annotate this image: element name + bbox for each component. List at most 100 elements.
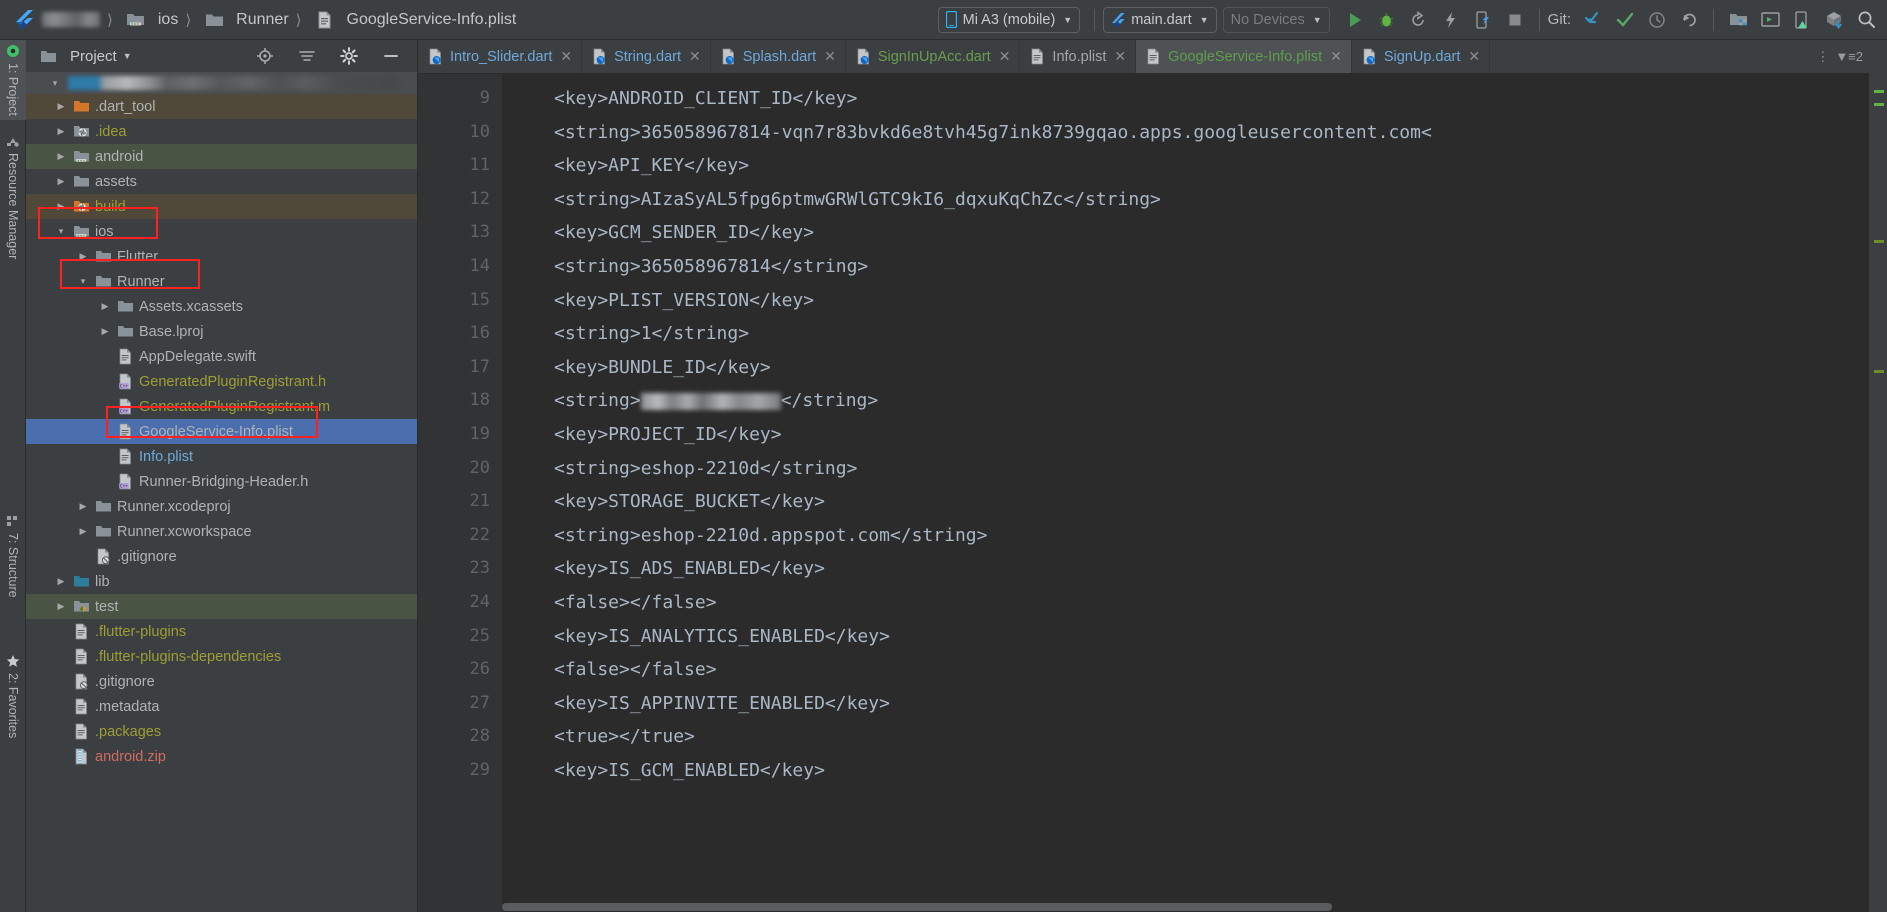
tree-row[interactable]: ▶android [26,144,417,169]
tree-row[interactable]: ▶.gitignore [26,544,417,569]
code-line[interactable]: <key>IS_APPINVITE_ENABLED</key> [554,687,1869,721]
code-line[interactable]: <key>STORAGE_BUCKET</key> [554,485,1869,519]
tab-signup-dart[interactable]: SignUp.dart✕ [1352,40,1490,73]
close-icon[interactable]: ✕ [560,48,572,65]
tab-overflow-icon[interactable]: ⋮ [1816,49,1829,65]
tree-collapse-arrow[interactable]: ▾ [54,226,68,237]
tree-row[interactable]: ▶android.zip [26,744,417,769]
code-line[interactable]: <string>365058967814</string> [554,250,1869,284]
tab-string-dart[interactable]: String.dart✕ [582,40,711,73]
code-line[interactable]: <key>GCM_SENDER_ID</key> [554,216,1869,250]
code-line[interactable]: <string>eshop-2210d</string> [554,452,1869,486]
tree-collapse-arrow[interactable]: ▾ [76,276,90,287]
tree-row[interactable]: ▶.flutter-plugins [26,619,417,644]
code-line[interactable]: <key>PLIST_VERSION</key> [554,284,1869,318]
tree-row[interactable]: ▶C++GeneratedPluginRegistrant.h [26,369,417,394]
tree-row[interactable]: ▾Runner [26,269,417,294]
tree-expand-arrow[interactable]: ▶ [76,501,90,512]
tree-expand-arrow[interactable]: ▶ [54,151,68,162]
tree-expand-arrow[interactable]: ▶ [54,576,68,587]
tree-row[interactable]: ▶Info.plist [26,444,417,469]
close-icon[interactable]: ✕ [1330,48,1342,65]
gradle-sync-icon[interactable] [1821,7,1847,33]
search-everywhere-icon[interactable] [1853,7,1879,33]
editor-pane[interactable]: 9101112131415161718192021222324252627282… [418,74,1869,912]
code-line[interactable]: <false></false> [554,586,1869,620]
code-line[interactable]: <key>ANDROID_CLIENT_ID</key> [554,82,1869,116]
no-devices-selector[interactable]: No Devices ▼ [1223,7,1330,33]
tree-expand-arrow[interactable]: ▾ [48,78,62,89]
breadcrumb-item-ios[interactable]: ios [118,7,180,33]
tab-info-plist[interactable]: Info.plist✕ [1020,40,1136,73]
collapse-all-icon[interactable] [294,43,320,69]
tab-googleservice-info-plist[interactable]: GoogleService-Info.plist✕ [1136,40,1352,73]
history-icon[interactable] [1644,7,1670,33]
horizontal-scrollbar-thumb[interactable] [502,903,1332,911]
settings-gear-icon[interactable] [336,43,362,69]
stop-icon[interactable] [1502,7,1528,33]
code-line[interactable]: <string>eshop-2210d.appspot.com</string> [554,519,1869,553]
tree-row[interactable]: ▶.gitignore [26,669,417,694]
code-line[interactable]: <true></true> [554,720,1869,754]
tree-row[interactable]: ▶.flutter-plugins-dependencies [26,644,417,669]
tree-row[interactable]: ▶AppDelegate.swift [26,344,417,369]
tree-expand-arrow[interactable]: ▶ [54,101,68,112]
tab-intro-slider-dart[interactable]: Intro_Slider.dart✕ [418,40,582,73]
hot-reload-icon[interactable] [1406,7,1432,33]
close-icon[interactable]: ✕ [689,48,701,65]
tree-expand-arrow[interactable]: ▶ [76,251,90,262]
locate-icon[interactable] [252,43,278,69]
tree-row[interactable]: ▶.metadata [26,694,417,719]
breadcrumb-item-runner[interactable]: Runner [196,7,290,33]
sidebar-item-favorites[interactable]: 2: Favorites [0,650,26,742]
git-update-icon[interactable] [1580,7,1606,33]
tree-expand-arrow[interactable]: ▶ [98,326,112,337]
breadcrumb-item-file[interactable]: GoogleService-Info.plist [307,7,519,33]
code-line[interactable]: <string></string> [554,384,1869,418]
sidebar-item-structure[interactable]: 7: Structure [0,510,26,602]
run-icon[interactable] [1342,7,1368,33]
tree-expand-arrow[interactable]: ▶ [54,601,68,612]
code-line[interactable]: <key>PROJECT_ID</key> [554,418,1869,452]
tree-row[interactable]: ▶lib [26,569,417,594]
code-line[interactable]: <false></false> [554,653,1869,687]
tree-row[interactable]: ▾ios [26,219,417,244]
tree-row[interactable]: ▶Runner.xcworkspace [26,519,417,544]
git-commit-check-icon[interactable] [1612,7,1638,33]
sidebar-item-resource-manager[interactable]: Resource Manager [0,130,26,263]
editor-tab-bar[interactable]: Intro_Slider.dart✕String.dart✕Splash.dar… [418,40,1869,74]
close-icon[interactable]: ✕ [1114,48,1126,65]
project-tree[interactable]: ▾▶.dart_tool▶.idea▶android▶assets▶build▾… [26,72,417,912]
tree-expand-arrow[interactable]: ▶ [98,301,112,312]
code-line[interactable]: <key>IS_GCM_ENABLED</key> [554,754,1869,788]
close-icon[interactable]: ✕ [1468,48,1480,65]
sidebar-item-project[interactable]: 1: Project [0,40,26,120]
tree-expand-arrow[interactable]: ▶ [54,126,68,137]
tree-row[interactable]: ▶build [26,194,417,219]
tree-row[interactable]: ▶C++Runner-Bridging-Header.h [26,469,417,494]
device-selector[interactable]: Mi A3 (mobile) ▼ [938,7,1081,33]
code-line[interactable]: <string>365058967814-vqn7r83bvkd6e8tvh45… [554,116,1869,150]
code-line[interactable]: <key>API_KEY</key> [554,149,1869,183]
close-icon[interactable]: ✕ [824,48,836,65]
tree-row[interactable]: ▶C++GeneratedPluginRegistrant.m [26,394,417,419]
code-line[interactable]: <string>1</string> [554,317,1869,351]
code-content[interactable]: <key>ANDROID_CLIENT_ID</key><string>3650… [502,74,1869,912]
project-panel-title[interactable]: Project ▼ [70,48,132,65]
tab-splash-dart[interactable]: Splash.dart✕ [711,40,846,73]
revert-icon[interactable] [1676,7,1702,33]
tree-row[interactable]: ▶test [26,594,417,619]
code-line[interactable]: <key>IS_ANALYTICS_ENABLED</key> [554,620,1869,654]
tree-row[interactable]: ▶Flutter [26,244,417,269]
device-file-explorer-icon[interactable] [1470,7,1496,33]
tree-expand-arrow[interactable]: ▶ [54,201,68,212]
terminal-icon[interactable] [1757,7,1783,33]
tab-signinupacc-dart[interactable]: SignInUpAcc.dart✕ [846,40,1021,73]
flash-icon[interactable] [1438,7,1464,33]
tree-row[interactable]: ▶assets [26,169,417,194]
tree-row[interactable]: ▶.packages [26,719,417,744]
tab-list-icon[interactable]: ▼≡2 [1835,49,1863,64]
tree-row[interactable]: ▶Base.lproj [26,319,417,344]
debug-icon[interactable] [1374,7,1400,33]
breadcrumb-item-project[interactable] [40,12,102,27]
